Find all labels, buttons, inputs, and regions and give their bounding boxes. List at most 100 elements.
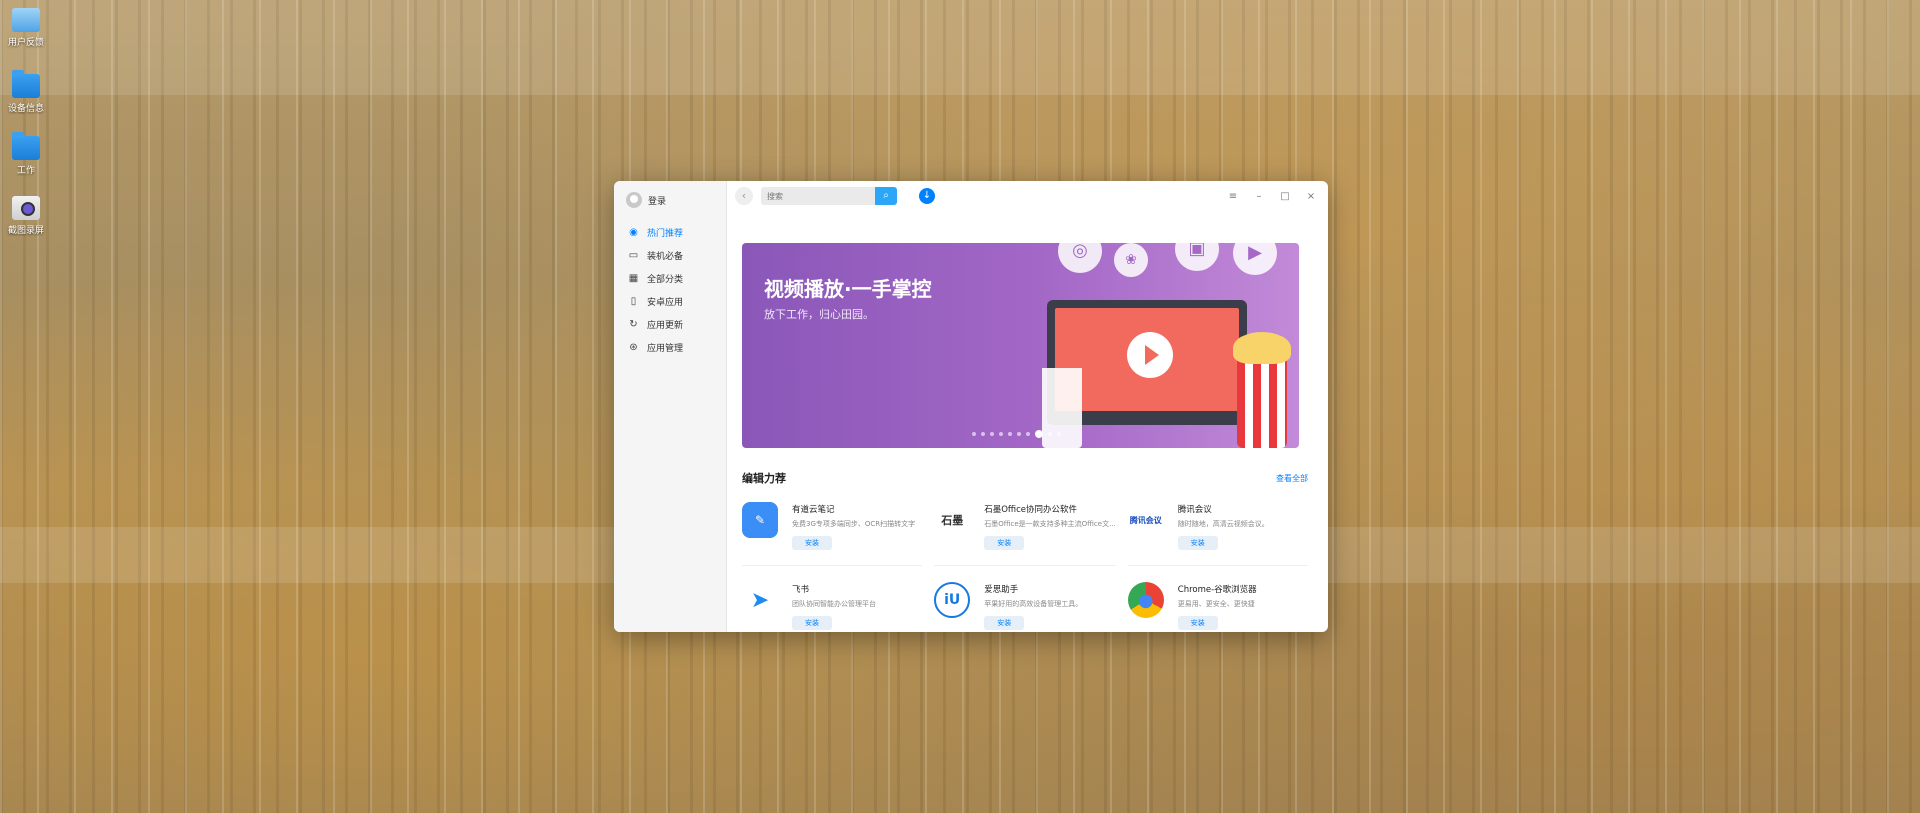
- app-name: 有道云笔记: [792, 505, 835, 515]
- section-header: 编辑力荐 查看全部: [742, 470, 1308, 486]
- app-store-window: 登录 ◉ 热门推荐 ▭ 装机必备 ▦ 全部分类 ▯ 安卓应用 ↻ 应用更新 ⊛ …: [614, 181, 1328, 632]
- search-button[interactable]: ⌕: [875, 187, 897, 205]
- login-label: 登录: [648, 196, 667, 207]
- app-card-tencent-meeting[interactable]: 腾讯会议 腾讯会议 随时随地，高清云视频会议。 安装: [1127, 500, 1308, 566]
- subtitle-icon: ▣: [1175, 243, 1219, 271]
- sidebar-item-label: 全部分类: [647, 274, 684, 285]
- monitor-icon: ▭: [628, 249, 639, 261]
- sidebar-item-essentials[interactable]: ▭ 装机必备: [614, 244, 726, 266]
- phone-icon: ▯: [630, 295, 637, 307]
- app-name: Chrome-谷歌浏览器: [1177, 585, 1257, 595]
- play-circle-icon: ▶: [1233, 243, 1277, 275]
- carousel-dot[interactable]: [1026, 432, 1030, 436]
- banner-title: 视频播放·一手掌控: [764, 277, 932, 301]
- folder-icon: [12, 70, 40, 98]
- app-desc: 更易用、更安全、更快捷: [1177, 600, 1255, 608]
- app-name: 腾讯会议: [1177, 505, 1212, 515]
- sidebar-item-label: 应用管理: [647, 343, 684, 354]
- desktop-icon-label: 设备信息: [7, 104, 44, 114]
- carousel-dot[interactable]: [1017, 432, 1021, 436]
- login-button[interactable]: 登录: [614, 189, 726, 211]
- banner-carousel[interactable]: 视频播放·一手掌控 放下工作，归心田园。 ◎ ❀ ▣ ▶: [742, 243, 1299, 448]
- view-all-link[interactable]: 查看全部: [1276, 473, 1308, 484]
- install-button[interactable]: 安装: [792, 616, 832, 630]
- sidebar-item-manage[interactable]: ⊛ 应用管理: [614, 336, 726, 358]
- install-button[interactable]: 安装: [984, 536, 1025, 550]
- banner-subtitle: 放下工作，归心田园。: [764, 308, 874, 321]
- desktop-icon-label: 截图录屏: [7, 226, 44, 236]
- carousel-dots: [972, 430, 1061, 438]
- camera-icon: [12, 196, 40, 220]
- folder-icon: [12, 132, 40, 160]
- sidebar-item-categories[interactable]: ▦ 全部分类: [614, 267, 726, 289]
- carousel-dot[interactable]: [1057, 432, 1061, 436]
- back-button[interactable]: ‹: [735, 187, 753, 205]
- ghost-overlay: [0, 0, 1920, 95]
- main-content: ‹ ⌕ ↓ ≡ – □ × 视频播放·一手掌控 放下工作，归心田园。 ◎ ❀ ▣…: [727, 181, 1328, 632]
- app-card-shimo[interactable]: 石墨 石墨Office协同办公软件 石墨Office是一款支持多种主流Offic…: [934, 500, 1116, 566]
- sidebar-item-android[interactable]: ▯ 安卓应用: [614, 290, 726, 312]
- app-card-feishu[interactable]: ➤ 飞书 团队协同智能办公管理平台 安装: [742, 580, 922, 632]
- refresh-icon: ↻: [629, 318, 638, 330]
- carousel-dot[interactable]: [1048, 432, 1052, 436]
- desktop-icon-feedback[interactable]: 用户反馈: [6, 8, 46, 48]
- tencent-meeting-icon: 腾讯会议: [1127, 502, 1164, 538]
- app-card-i4-assistant[interactable]: iU 爱思助手 苹果好用的高效设备管理工具。 安装: [934, 580, 1116, 632]
- avatar: [626, 192, 642, 208]
- sidebar-item-label: 装机必备: [647, 251, 684, 262]
- window-controls: ≡ – □ ×: [1224, 191, 1320, 202]
- sidebar-item-label: 热门推荐: [647, 228, 684, 239]
- app-grid: ✎ 有道云笔记 免费3G专项多端同步、OCR扫描转文字 安装 石墨 石墨Offi…: [742, 500, 1308, 632]
- desktop-icon-screenshot[interactable]: 截图录屏: [6, 196, 46, 236]
- youdao-note-icon: ✎: [742, 502, 778, 538]
- desktop-icon-label: 工作: [16, 166, 35, 176]
- chrome-icon: ●: [1127, 582, 1164, 618]
- app-desc: 免费3G专项多端同步、OCR扫描转文字: [792, 520, 916, 528]
- sidebar-item-updates[interactable]: ↻ 应用更新: [614, 313, 726, 335]
- sidebar-item-label: 安卓应用: [647, 297, 684, 308]
- app-name: 飞书: [792, 585, 810, 595]
- i4-assistant-icon: iU: [934, 582, 971, 618]
- sidebar-item-label: 应用更新: [647, 320, 684, 331]
- sidebar: 登录 ◉ 热门推荐 ▭ 装机必备 ▦ 全部分类 ▯ 安卓应用 ↻ 应用更新 ⊛ …: [614, 181, 727, 632]
- feedback-icon: [12, 8, 40, 32]
- carousel-dot[interactable]: [1008, 432, 1012, 436]
- shimo-icon: 石墨: [934, 502, 971, 538]
- film-reel-icon: ❀: [1114, 243, 1148, 277]
- section-title: 编辑力荐: [742, 472, 786, 485]
- app-desc: 苹果好用的高效设备管理工具。: [984, 600, 1083, 608]
- titlebar: ‹ ⌕ ↓ ≡ – □ ×: [727, 181, 1328, 211]
- carousel-dot[interactable]: [990, 432, 994, 436]
- recommend-icon: ◉: [629, 226, 638, 238]
- install-button[interactable]: 安装: [1177, 616, 1218, 630]
- play-icon: [1127, 332, 1173, 378]
- desktop-icon-work[interactable]: 工作: [6, 132, 46, 176]
- desktop-icon-device-info[interactable]: 设备信息: [6, 70, 46, 114]
- app-desc: 石墨Office是一款支持多种主流Office文...: [984, 520, 1116, 528]
- video-camera-icon: ◎: [1058, 243, 1102, 273]
- desktop-icon-label: 用户反馈: [7, 38, 44, 48]
- install-button[interactable]: 安装: [1177, 536, 1218, 550]
- sidebar-item-hot-recommend[interactable]: ◉ 热门推荐: [614, 221, 726, 243]
- carousel-dot[interactable]: [999, 432, 1003, 436]
- feishu-icon: ➤: [742, 582, 778, 618]
- grid-icon: ▦: [628, 272, 639, 284]
- menu-button[interactable]: ≡: [1224, 191, 1242, 202]
- install-button[interactable]: 安装: [792, 536, 832, 550]
- download-button[interactable]: ↓: [919, 188, 935, 204]
- carousel-dot[interactable]: [981, 432, 985, 436]
- manage-icon: ⊛: [629, 341, 638, 353]
- search-input[interactable]: [761, 187, 875, 205]
- minimize-button[interactable]: –: [1250, 191, 1268, 202]
- app-name: 石墨Office协同办公软件: [984, 505, 1078, 515]
- close-button[interactable]: ×: [1302, 191, 1320, 202]
- maximize-button[interactable]: □: [1276, 191, 1294, 202]
- app-name: 爱思助手: [984, 585, 1019, 595]
- app-desc: 随时随地，高清云视频会议。: [1177, 520, 1269, 528]
- carousel-dot[interactable]: [1035, 430, 1043, 438]
- install-button[interactable]: 安装: [984, 616, 1025, 630]
- app-card-youdao-note[interactable]: ✎ 有道云笔记 免费3G专项多端同步、OCR扫描转文字 安装: [742, 500, 923, 566]
- app-card-chrome[interactable]: ● Chrome-谷歌浏览器 更易用、更安全、更快捷 安装: [1127, 580, 1308, 632]
- popcorn-illustration: [1233, 332, 1291, 448]
- carousel-dot[interactable]: [972, 432, 976, 436]
